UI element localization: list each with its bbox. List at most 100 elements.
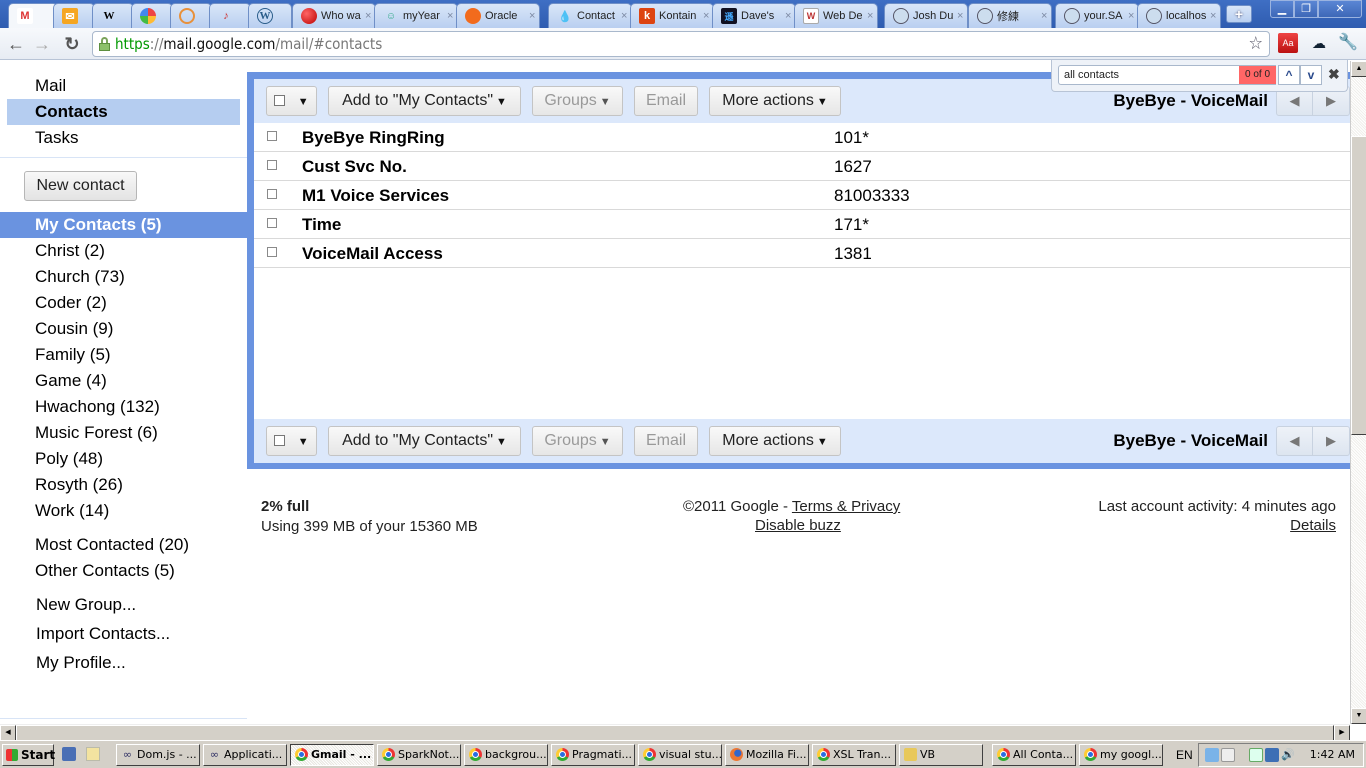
- group-item[interactable]: Coder (2): [35, 293, 107, 313]
- minimize-window-button[interactable]: ▁: [1270, 0, 1294, 18]
- previous-page-icon[interactable]: ◀: [1277, 427, 1313, 455]
- email-button[interactable]: Email: [634, 426, 698, 456]
- language-indicator[interactable]: EN: [1176, 748, 1193, 762]
- horizontal-scroll-thumb[interactable]: [16, 725, 1334, 741]
- contact-name[interactable]: VoiceMail Access: [302, 244, 443, 264]
- dictionary-extension-icon[interactable]: Aa: [1278, 33, 1298, 53]
- close-tab-icon[interactable]: ×: [447, 10, 453, 22]
- taskbar-item-active[interactable]: Gmail - ...: [290, 744, 374, 766]
- vertical-scrollbar[interactable]: ▲ ▼: [1350, 61, 1366, 724]
- row-checkbox[interactable]: [267, 189, 277, 199]
- group-item[interactable]: Church (73): [35, 267, 125, 287]
- terms-privacy-link[interactable]: Terms & Privacy: [792, 498, 900, 515]
- volume-icon[interactable]: 🔊: [1281, 748, 1295, 762]
- row-checkbox[interactable]: [267, 218, 277, 228]
- address-book-quicklaunch-icon[interactable]: [62, 747, 76, 761]
- close-tab-icon[interactable]: ×: [785, 10, 791, 22]
- tab[interactable]: 💧 Contact ×: [548, 3, 632, 28]
- start-button[interactable]: Start: [2, 744, 55, 766]
- disable-buzz-link[interactable]: Disable buzz: [755, 517, 841, 534]
- taskbar-item[interactable]: SparkNot...: [377, 744, 461, 766]
- close-tab-icon[interactable]: ×: [1210, 10, 1216, 22]
- cloud-extension-icon[interactable]: ☁: [1309, 33, 1329, 53]
- new-group-link[interactable]: New Group...: [36, 595, 136, 615]
- next-page-icon[interactable]: ▶: [1313, 427, 1349, 455]
- row-checkbox[interactable]: [267, 131, 277, 141]
- tab-picasa[interactable]: [131, 3, 173, 28]
- tray-app-icon[interactable]: [1205, 748, 1219, 762]
- select-all-checkbox[interactable]: [274, 95, 286, 107]
- scroll-up-arrow-icon[interactable]: ▲: [1351, 61, 1366, 77]
- close-tab-icon[interactable]: ×: [957, 10, 963, 22]
- taskbar-item[interactable]: Pragmati...: [551, 744, 635, 766]
- contact-row[interactable]: ByeBye RingRing 101*: [254, 123, 1350, 152]
- tab-wordpress[interactable]: W: [248, 3, 292, 28]
- tab[interactable]: your.SA ×: [1055, 3, 1139, 28]
- group-item[interactable]: Christ (2): [35, 241, 105, 261]
- taskbar-item[interactable]: ∞ Dom.js - ...: [116, 744, 200, 766]
- new-contact-button[interactable]: New contact: [24, 171, 137, 201]
- taskbar-item[interactable]: my googl...: [1079, 744, 1163, 766]
- group-item[interactable]: Rosyth (26): [35, 475, 123, 495]
- tab[interactable]: localhos ×: [1137, 3, 1221, 28]
- group-item[interactable]: Game (4): [35, 371, 107, 391]
- tab[interactable]: Oracle ×: [456, 3, 540, 28]
- group-item[interactable]: Poly (48): [35, 449, 103, 469]
- close-tab-icon[interactable]: ×: [1041, 10, 1047, 22]
- tab-pinned-6[interactable]: ♪: [209, 3, 251, 28]
- tray-app-icon[interactable]: [1221, 748, 1235, 762]
- tab[interactable]: k Kontain ×: [630, 3, 714, 28]
- close-tab-icon[interactable]: ×: [621, 10, 627, 22]
- tab[interactable]: 遜 Dave's ×: [712, 3, 796, 28]
- forward-button[interactable]: →: [30, 32, 54, 56]
- contact-row[interactable]: Cust Svc No. 1627: [254, 152, 1350, 181]
- tab-gmail[interactable]: M: [8, 3, 58, 28]
- scroll-down-arrow-icon[interactable]: ▼: [1351, 708, 1366, 724]
- groups-button[interactable]: Groups ▼: [532, 86, 623, 116]
- contact-name[interactable]: ByeBye RingRing: [302, 128, 445, 148]
- groups-button[interactable]: Groups ▼: [532, 426, 623, 456]
- tab[interactable]: W Web De ×: [794, 3, 878, 28]
- select-menu-button[interactable]: ▼: [266, 86, 317, 116]
- nav-tasks[interactable]: Tasks: [35, 128, 78, 148]
- contact-row[interactable]: VoiceMail Access 1381: [254, 239, 1350, 268]
- close-tab-icon[interactable]: ×: [529, 10, 535, 22]
- tab[interactable]: 修練 ×: [968, 3, 1052, 28]
- group-item[interactable]: Music Forest (6): [35, 423, 158, 443]
- close-tab-icon[interactable]: ×: [365, 10, 371, 22]
- scroll-right-arrow-icon[interactable]: ▶: [1334, 725, 1350, 741]
- tab-pinned-5[interactable]: [170, 3, 212, 28]
- scroll-left-arrow-icon[interactable]: ◀: [0, 725, 16, 741]
- taskbar-item[interactable]: VB: [899, 744, 983, 766]
- import-contacts-link[interactable]: Import Contacts...: [36, 624, 170, 644]
- my-profile-link[interactable]: My Profile...: [36, 653, 126, 673]
- wrench-menu-icon[interactable]: 🔧: [1338, 33, 1358, 53]
- add-to-my-contacts-button[interactable]: Add to "My Contacts" ▼: [328, 426, 521, 456]
- taskbar-item[interactable]: ∞ Applicati...: [203, 744, 287, 766]
- tab[interactable]: Josh Du ×: [884, 3, 968, 28]
- group-other-contacts[interactable]: Other Contacts (5): [35, 561, 175, 581]
- nav-mail[interactable]: Mail: [35, 76, 66, 96]
- group-item[interactable]: Family (5): [35, 345, 111, 365]
- row-checkbox[interactable]: [267, 160, 277, 170]
- more-actions-button[interactable]: More actions ▼: [709, 86, 841, 116]
- desktop-quicklaunch-icon[interactable]: [86, 747, 100, 761]
- find-next-button[interactable]: v: [1300, 65, 1322, 85]
- email-button[interactable]: Email: [634, 86, 698, 116]
- group-my-contacts[interactable]: My Contacts (5): [35, 215, 162, 235]
- find-previous-button[interactable]: ^: [1278, 65, 1300, 85]
- taskbar-item[interactable]: XSL Tran...: [812, 744, 896, 766]
- taskbar-item[interactable]: backgrou...: [464, 744, 548, 766]
- tab[interactable]: ☺ myYear ×: [374, 3, 458, 28]
- close-tab-icon[interactable]: ×: [867, 10, 873, 22]
- row-checkbox[interactable]: [267, 247, 277, 257]
- contact-name[interactable]: Time: [302, 215, 341, 235]
- group-item[interactable]: Hwachong (132): [35, 397, 160, 417]
- reload-button[interactable]: ↻: [60, 32, 84, 56]
- taskbar-item[interactable]: Mozilla Fi...: [725, 744, 809, 766]
- taskbar-item[interactable]: All Conta...: [992, 744, 1076, 766]
- add-to-my-contacts-button[interactable]: Add to "My Contacts" ▼: [328, 86, 521, 116]
- contact-name[interactable]: M1 Voice Services: [302, 186, 449, 206]
- contact-name[interactable]: Cust Svc No.: [302, 157, 407, 177]
- select-menu-button[interactable]: ▼: [266, 426, 317, 456]
